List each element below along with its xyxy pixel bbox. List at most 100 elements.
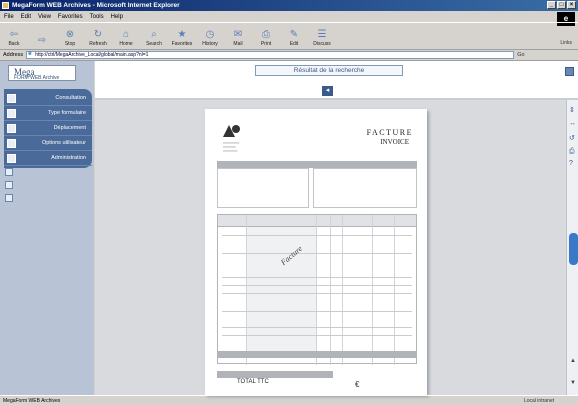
col-sep: [246, 215, 247, 365]
left-panel: Mega FORM WEB Archive Consultation Type …: [0, 61, 94, 395]
title-bar: MegaForm WEB Archives - Microsoft Intern…: [0, 0, 578, 11]
edit-label: Edit: [289, 41, 299, 47]
minimize-button[interactable]: _: [547, 1, 556, 9]
menu-favorites[interactable]: Favorites: [58, 14, 83, 20]
stop-label: Stop: [64, 41, 76, 47]
admin-icon: [7, 153, 16, 163]
status-text: MegaForm WEB Archives: [3, 397, 61, 404]
table-row: [222, 235, 412, 236]
nav-item-administration[interactable]: Administration: [4, 151, 92, 166]
search-result-header: Résultat de la recherche: [255, 65, 403, 76]
main-nav: Consultation Type formulaire Déplacement…: [4, 89, 92, 168]
ie-app-icon[interactable]: [2, 2, 9, 9]
table-row: [222, 285, 412, 286]
invoice-title: INVOICE: [380, 138, 409, 146]
home-icon: ⌂: [122, 29, 130, 40]
euro-symbol-icon: €: [355, 380, 360, 389]
favorites-icon: ★: [177, 29, 187, 40]
address-label: Address: [3, 52, 24, 58]
refresh-icon: ↻: [93, 29, 103, 40]
table-row: [222, 277, 412, 278]
table-row: [222, 335, 412, 336]
company-logo-icon: [223, 125, 240, 137]
logo-subtitle: FORM WEB Archive: [14, 75, 60, 81]
nav-label: Administration: [51, 155, 86, 161]
rotate-icon[interactable]: ↺: [569, 134, 575, 142]
close-button[interactable]: ×: [567, 1, 576, 9]
facture-title: FACTURE: [366, 128, 413, 137]
search-button[interactable]: ⌕ Search: [143, 29, 165, 49]
menu-file[interactable]: File: [4, 14, 14, 20]
company-address-block: ━━━━━━━━━ ━━━━━━━ ━━━━━━━━: [223, 141, 240, 153]
table-row: [222, 311, 412, 312]
menu-bar: File Edit View Favorites Tools Help: [0, 11, 578, 22]
zoom-in-icon[interactable]: ⇕: [569, 106, 575, 114]
search-icon: ⌕: [151, 29, 157, 40]
back-arrow-icon: ⇦: [9, 29, 19, 40]
discuss-button[interactable]: ☰ Discuss: [311, 29, 333, 49]
forward-button[interactable]: ⇨: [31, 35, 53, 49]
home-label: Home: [119, 41, 133, 47]
menu-tools[interactable]: Tools: [90, 14, 104, 20]
description-column: [246, 227, 316, 351]
scroll-up-arrow-icon[interactable]: ▲: [570, 358, 576, 364]
nav-item-options-utilisateur[interactable]: Options utilisateur: [4, 136, 92, 151]
print-label: Print: [260, 41, 272, 47]
client-info-box: [217, 168, 309, 208]
maximize-button[interactable]: □: [557, 1, 566, 9]
help-icon[interactable]: ?: [569, 160, 573, 167]
print-page-icon[interactable]: ⎙: [569, 148, 575, 156]
go-button[interactable]: Go: [517, 52, 524, 58]
col-sep: [342, 215, 343, 365]
forward-arrow-icon: ⇨: [37, 35, 47, 46]
document-viewer: ━━━━━━━━━ ━━━━━━━ ━━━━━━━━ FACTURE INVOICE: [95, 100, 578, 395]
total-band: [217, 371, 333, 378]
refresh-label: Refresh: [89, 41, 107, 47]
back-button[interactable]: ⇦ Back: [3, 29, 25, 49]
stop-button[interactable]: ⊗ Stop: [59, 29, 81, 49]
megaform-logo: Mega FORM WEB Archive: [8, 65, 76, 81]
history-label: History: [202, 41, 218, 47]
nav-label: Consultation: [55, 95, 86, 101]
menu-help[interactable]: Help: [111, 14, 123, 20]
favorites-button[interactable]: ★ Favorites: [171, 29, 193, 49]
document-icon: [7, 93, 16, 103]
home-button[interactable]: ⌂ Home: [115, 29, 137, 49]
delivery-info-box: [313, 168, 417, 208]
discuss-icon: ☰: [317, 29, 327, 40]
window-controls: _ □ ×: [547, 1, 576, 9]
print-button[interactable]: ⎙ Print: [255, 29, 277, 49]
panel-corner-button[interactable]: [565, 67, 574, 76]
invoice-page: ━━━━━━━━━ ━━━━━━━ ━━━━━━━━ FACTURE INVOICE: [205, 109, 427, 395]
col-sep: [394, 215, 395, 365]
nav-label: Type formulaire: [48, 110, 86, 116]
scroll-thumb[interactable]: [569, 233, 578, 265]
edit-button[interactable]: ✎ Edit: [283, 29, 305, 49]
fit-width-icon[interactable]: ↔: [569, 120, 576, 127]
links-label[interactable]: Links: [560, 40, 572, 46]
favorites-label: Favorites: [171, 41, 193, 47]
subtotal-band: [218, 351, 416, 358]
address-input[interactable]: http://ctrl/MegaArchive_Local/global/mai…: [26, 51, 515, 59]
nav-item-deplacement[interactable]: Déplacement: [4, 121, 92, 136]
col-sep: [330, 215, 331, 365]
refresh-button[interactable]: ↻ Refresh: [87, 29, 109, 49]
info-header-band: [217, 161, 417, 168]
menu-edit[interactable]: Edit: [21, 14, 31, 20]
mail-button[interactable]: ✉ Mail: [227, 29, 249, 49]
nav-item-type-formulaire[interactable]: Type formulaire: [4, 106, 92, 121]
menu-view[interactable]: View: [38, 14, 51, 20]
scroll-down-arrow-icon[interactable]: ▼: [570, 380, 576, 386]
refresh-page-icon[interactable]: [5, 181, 13, 189]
address-bar: Address http://ctrl/MegaArchive_Local/gl…: [0, 50, 578, 61]
browser-content: Mega FORM WEB Archive Consultation Type …: [0, 61, 578, 395]
window-icon[interactable]: [5, 194, 13, 202]
history-button[interactable]: ◷ History: [199, 29, 221, 49]
page-icon[interactable]: [5, 168, 13, 176]
print-icon: ⎙: [262, 29, 270, 40]
mail-label: Mail: [233, 41, 243, 47]
nav-item-consultation[interactable]: Consultation: [4, 91, 92, 106]
previous-result-button[interactable]: ◂: [322, 86, 333, 96]
stop-icon: ⊗: [65, 29, 75, 40]
main-panel: Résultat de la recherche ◂ ━━━━━━━━━ ━━━━…: [94, 61, 578, 395]
